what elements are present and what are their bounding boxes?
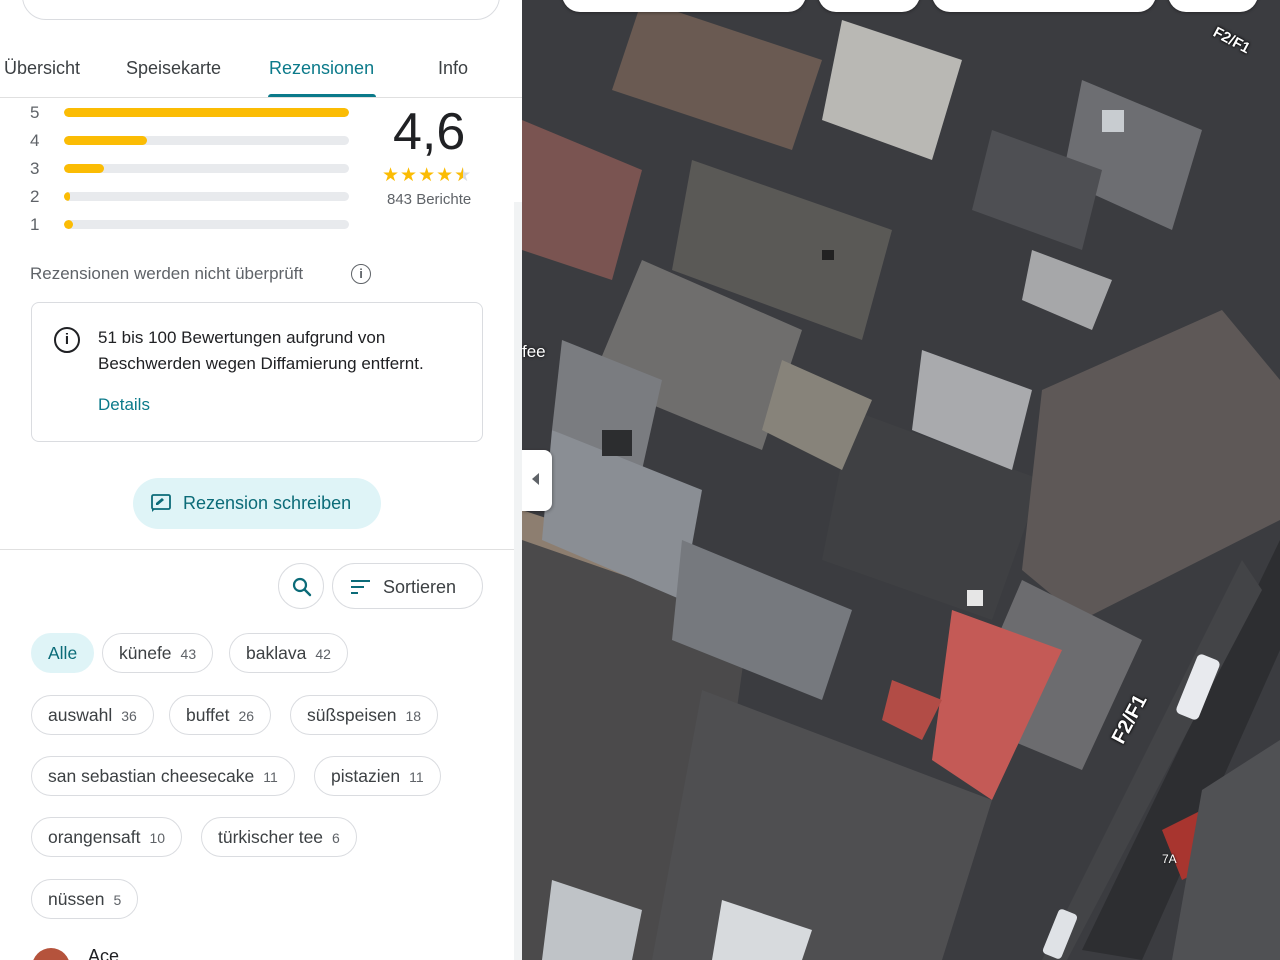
place-label-fragment: fee: [522, 342, 546, 361]
chip-count: 5: [113, 892, 122, 908]
chip-count: 10: [149, 830, 166, 846]
rating-bar-label: 3: [30, 159, 40, 178]
chip-topic[interactable]: orangensaft 10: [31, 817, 183, 857]
half-star-icon: ★: [454, 164, 472, 187]
rating-bar-label: 4: [30, 131, 40, 150]
rating-bar-label: 2: [30, 187, 40, 206]
notice-text: 51 bis 100 Bewertungen aufgrund von Besc…: [98, 328, 424, 373]
chip-topic[interactable]: türkischer tee 6: [201, 817, 357, 857]
tab-bar: Übersicht Speisekarte Rezensionen Info: [0, 40, 522, 98]
chip-count: 11: [263, 769, 278, 785]
chip-label: süßspeisen: [307, 705, 397, 725]
star-icon: ★: [436, 165, 455, 186]
review-count[interactable]: 843 Berichte: [387, 191, 471, 208]
chip-count: 36: [121, 708, 137, 724]
star-icon: ★: [382, 165, 401, 186]
search-icon: [292, 577, 312, 597]
active-tab-indicator: [268, 94, 376, 97]
chip-topic[interactable]: pistazien 11: [314, 756, 441, 796]
avatar[interactable]: [32, 948, 70, 960]
chip-topic[interactable]: auswahl 36: [31, 695, 154, 735]
divider: [0, 549, 514, 550]
rating-bar-fill: [64, 220, 73, 229]
unverified-note: Rezensionen werden nicht überprüft: [30, 264, 304, 283]
scrollbar-track[interactable]: [514, 98, 522, 960]
chip-count: 43: [180, 646, 197, 662]
chip-label: auswahl: [48, 705, 113, 725]
chip-count: 6: [332, 830, 340, 846]
write-review-label: Rezension schreiben: [183, 493, 352, 513]
tab-overview[interactable]: Übersicht: [4, 58, 80, 79]
chip-all[interactable]: Alle: [31, 633, 95, 673]
aerial-imagery: [522, 0, 1280, 960]
satellite-map[interactable]: F2/F1 F2/F1 7A fee: [522, 0, 1280, 960]
chip-count: 26: [238, 708, 255, 724]
rating-bar-fill: [64, 164, 104, 173]
star-rating: ★★★★★: [382, 164, 472, 187]
map-filter-chip[interactable]: [932, 0, 1156, 12]
chip-topic[interactable]: künefe 43: [102, 633, 214, 673]
tab-reviews[interactable]: Rezensionen: [269, 58, 374, 79]
sort-label: Sortieren: [383, 577, 457, 597]
chip-topic[interactable]: buffet 26: [169, 695, 272, 735]
search-box[interactable]: [22, 0, 500, 20]
place-panel: Übersicht Speisekarte Rezensionen Info 5…: [0, 0, 522, 960]
tab-info[interactable]: Info: [438, 58, 468, 79]
chip-count: 18: [405, 708, 422, 724]
rating-bar-fill: [64, 136, 147, 145]
sort-icon: [351, 580, 370, 594]
map-filter-chip[interactable]: [1168, 0, 1258, 12]
write-review-button[interactable]: Rezension schreiben: [133, 478, 381, 529]
star-icon: ★: [400, 165, 419, 186]
chip-label: türkischer tee: [218, 827, 324, 847]
chevron-left-icon: [532, 473, 539, 485]
map-filter-chip[interactable]: [818, 0, 920, 12]
rating-bar-label: 1: [30, 215, 40, 234]
chip-topic[interactable]: san sebastian cheesecake 11: [31, 756, 295, 796]
rating-bar-fill: [64, 108, 349, 117]
chip-topic[interactable]: süßspeisen 18: [290, 695, 439, 735]
chip-count: 42: [315, 646, 331, 662]
chip-label: nüssen: [48, 889, 105, 909]
edit-review-icon: [151, 494, 171, 512]
reviewer-name[interactable]: Ace: [88, 946, 119, 960]
info-icon: i: [54, 327, 80, 353]
star-icon: ★: [418, 165, 437, 186]
chip-label: Alle: [48, 643, 78, 663]
chip-label: orangensaft: [48, 827, 141, 847]
chip-topic[interactable]: baklava 42: [229, 633, 348, 673]
map-filter-chip[interactable]: [562, 0, 806, 12]
chip-label: baklava: [246, 643, 307, 663]
chip-label: san sebastian cheesecake: [48, 766, 255, 786]
chip-label: künefe: [119, 643, 172, 663]
details-link[interactable]: Details: [98, 395, 150, 415]
defamation-notice: i 51 bis 100 Bewertungen aufgrund von Be…: [31, 302, 483, 442]
scrollbar-thumb[interactable]: [514, 98, 522, 202]
chip-label: buffet: [186, 705, 230, 725]
tab-menu[interactable]: Speisekarte: [126, 58, 221, 79]
average-rating: 4,6: [393, 103, 466, 161]
house-number: 7A: [1162, 852, 1177, 866]
chip-label: pistazien: [331, 766, 401, 786]
search-reviews-button[interactable]: [278, 563, 324, 609]
collapse-panel-button[interactable]: [522, 450, 552, 511]
rating-bar-fill: [64, 192, 70, 201]
sort-button[interactable]: Sortieren: [332, 563, 483, 609]
rating-bar-label: 5: [30, 103, 40, 122]
chip-count: 11: [409, 769, 424, 785]
chip-topic[interactable]: nüssen 5: [31, 879, 139, 919]
info-icon[interactable]: i: [351, 264, 371, 284]
